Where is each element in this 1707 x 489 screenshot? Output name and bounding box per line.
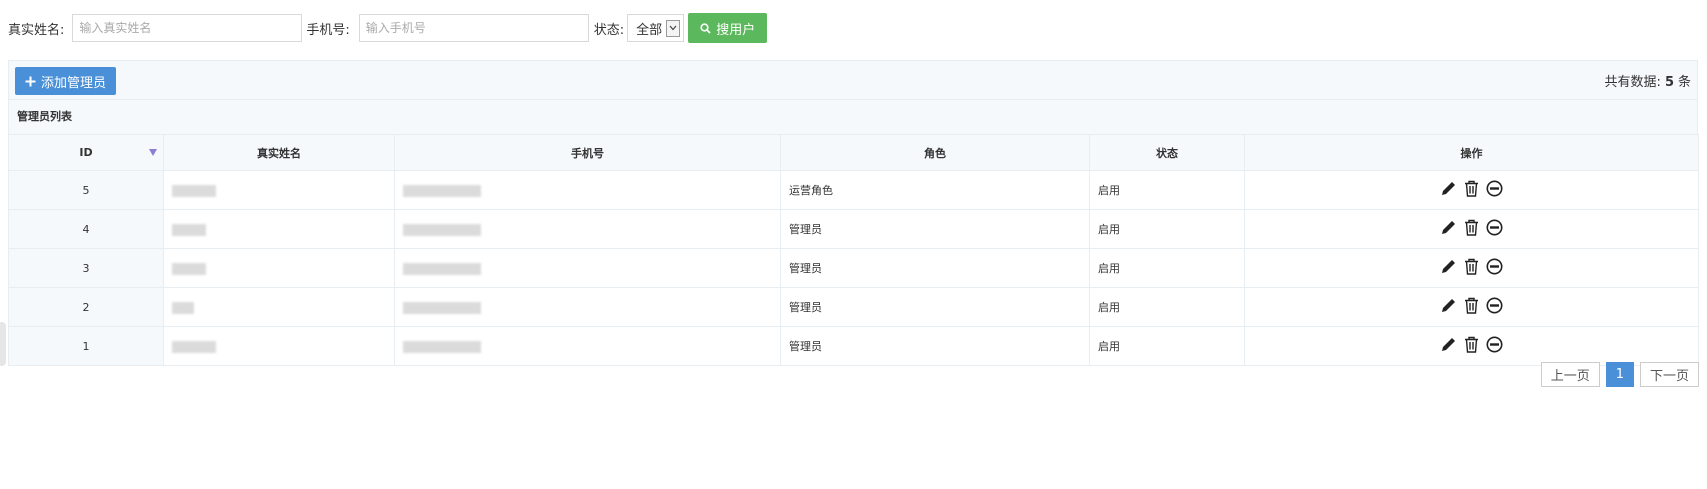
edit-icon[interactable] (1440, 336, 1457, 353)
status-select[interactable]: 全部 (627, 14, 685, 42)
column-header-label: 状态 (1156, 146, 1178, 160)
cell-role: 管理员 (780, 209, 1090, 249)
total-prefix: 共有数据: (1604, 75, 1661, 90)
disable-icon[interactable] (1486, 180, 1503, 197)
search-button-label: 搜用户 (716, 22, 756, 38)
cell-status: 启用 (1089, 287, 1245, 327)
toolbar: 添加管理员 共有数据: 5 条 (8, 60, 1698, 100)
cell-id: 5 (8, 170, 164, 210)
cell-role: 管理员 (780, 248, 1090, 288)
table-row: 4 管理员 启用 (8, 209, 1699, 249)
cell-name-redacted (163, 209, 395, 249)
add-admin-label: 添加管理员 (41, 75, 107, 91)
list-title: 管理员列表 (8, 100, 1698, 135)
prev-page-button[interactable]: 上一页 (1540, 362, 1600, 387)
column-header-name: 真实姓名 (163, 134, 395, 171)
trash-icon[interactable] (1463, 297, 1480, 314)
cell-name-redacted (163, 287, 395, 327)
cell-id: 3 (8, 248, 164, 288)
admin-table: ID 真实姓名 手机号 角色 状态 操作 5 运营角色 启用 4 管理员 启用 … (8, 134, 1699, 366)
cell-phone-redacted (394, 170, 781, 210)
cell-actions (1244, 326, 1699, 366)
search-button[interactable]: 搜用户 (688, 13, 768, 43)
table-row: 3 管理员 启用 (8, 248, 1699, 288)
column-header-label: 操作 (1460, 146, 1483, 160)
edit-icon[interactable] (1440, 297, 1457, 314)
edit-icon[interactable] (1440, 180, 1457, 197)
cell-phone-redacted (394, 326, 781, 366)
cell-phone-redacted (394, 248, 781, 288)
status-select-value: 全部 (636, 22, 663, 38)
chevron-down-icon (666, 19, 681, 37)
column-header-role: 角色 (780, 134, 1090, 171)
table-row: 5 运营角色 启用 (8, 170, 1699, 210)
cell-actions (1244, 248, 1699, 288)
status-label: 状态: (593, 22, 625, 38)
trash-icon[interactable] (1463, 219, 1480, 236)
column-header-label: ID (79, 146, 93, 159)
column-header-actions: 操作 (1244, 134, 1699, 171)
cell-role: 管理员 (780, 287, 1090, 327)
cell-name-redacted (163, 170, 395, 210)
column-header-phone: 手机号 (394, 134, 781, 171)
table-row: 2 管理员 启用 (8, 287, 1699, 327)
cell-status: 启用 (1089, 248, 1245, 288)
edit-icon[interactable] (1440, 258, 1457, 275)
cell-role: 运营角色 (780, 170, 1090, 210)
name-input[interactable] (72, 14, 303, 42)
next-page-button[interactable]: 下一页 (1639, 362, 1699, 387)
column-header-label: 真实姓名 (257, 146, 301, 160)
plus-icon (25, 76, 36, 87)
total-suffix: 条 (1677, 75, 1691, 90)
search-icon (700, 22, 711, 34)
sort-desc-icon[interactable] (149, 149, 157, 156)
disable-icon[interactable] (1486, 219, 1503, 236)
trash-icon[interactable] (1463, 180, 1480, 197)
disable-icon[interactable] (1486, 336, 1503, 353)
cell-status: 启用 (1089, 170, 1245, 210)
edit-icon[interactable] (1440, 219, 1457, 236)
total-count: 共有数据: 5 条 (1605, 71, 1691, 90)
column-header-label: 手机号 (571, 146, 604, 160)
cell-id: 1 (8, 326, 164, 366)
disable-icon[interactable] (1486, 297, 1503, 314)
cell-actions (1244, 287, 1699, 327)
phone-input[interactable] (358, 14, 589, 42)
side-panel-handle[interactable] (0, 322, 6, 366)
column-header-label: 角色 (924, 146, 946, 160)
cell-actions (1244, 209, 1699, 249)
trash-icon[interactable] (1463, 336, 1480, 353)
pagination: 上一页 1 下一页 (1540, 362, 1699, 387)
disable-icon[interactable] (1486, 258, 1503, 275)
column-header-status: 状态 (1089, 134, 1245, 171)
cell-name-redacted (163, 248, 395, 288)
page-number-button[interactable]: 1 (1605, 362, 1634, 387)
cell-phone-redacted (394, 209, 781, 249)
trash-icon[interactable] (1463, 258, 1480, 275)
phone-label: 手机号: (306, 22, 350, 38)
cell-status: 启用 (1089, 326, 1245, 366)
add-admin-button[interactable]: 添加管理员 (15, 67, 117, 95)
cell-role: 管理员 (780, 326, 1090, 366)
cell-name-redacted (163, 326, 395, 366)
cell-status: 启用 (1089, 209, 1245, 249)
cell-actions (1244, 170, 1699, 210)
table-row: 1 管理员 启用 (8, 326, 1699, 366)
column-header-id[interactable]: ID (8, 134, 164, 171)
cell-phone-redacted (394, 287, 781, 327)
name-label: 真实姓名: (8, 22, 65, 38)
table-header-row: ID 真实姓名 手机号 角色 状态 操作 (8, 134, 1699, 171)
cell-id: 2 (8, 287, 164, 327)
filter-bar: 真实姓名: 手机号: 状态: 全部 搜用户 (8, 13, 768, 43)
total-number: 5 (1664, 75, 1674, 90)
cell-id: 4 (8, 209, 164, 249)
